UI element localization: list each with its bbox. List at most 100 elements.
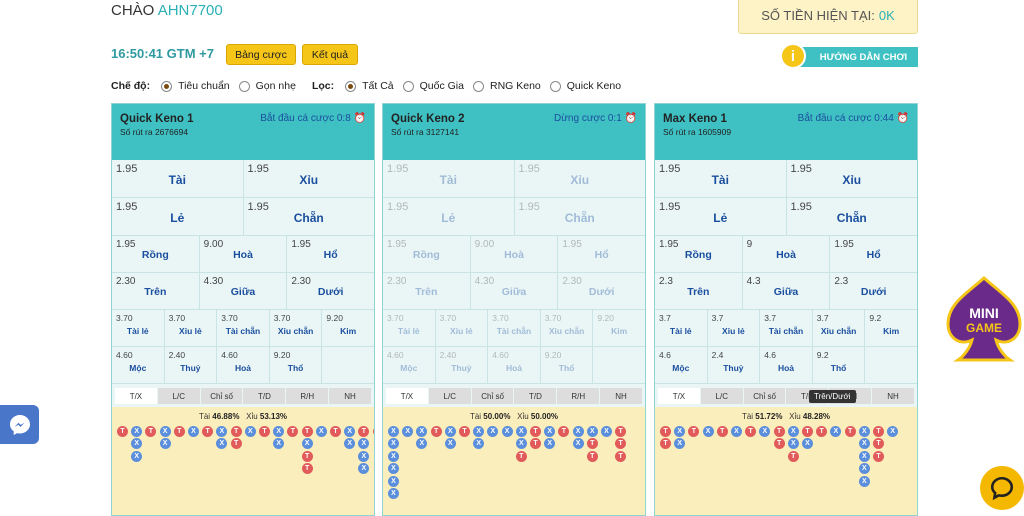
mode-radio-light[interactable]	[238, 80, 250, 92]
bet-cell[interactable]: 4.6 Hoả	[760, 347, 813, 383]
bet-cell[interactable]: 1.95 Chẵn	[515, 198, 646, 235]
info-icon[interactable]: i	[780, 43, 806, 69]
bet-cell[interactable]: 4.30 Giữa	[471, 273, 559, 309]
stat-tab[interactable]: T/D	[514, 388, 557, 404]
bet-cell[interactable]: 3.70 Xỉu lẻ	[436, 310, 489, 346]
stat-tab[interactable]: NH	[872, 388, 914, 404]
bet-cell[interactable]: 3.70 Tài lẻ	[383, 310, 436, 346]
stat-tab[interactable]: L/C	[428, 388, 471, 404]
bet-cell[interactable]: 4.30 Giữa	[200, 273, 288, 309]
bet-cell[interactable]: 9.00 Hoà	[471, 236, 559, 272]
stat-tab[interactable]: T/X	[386, 388, 428, 404]
stat-tab[interactable]: Chỉ số	[471, 388, 514, 404]
filter-option-quick[interactable]: Quick Keno	[567, 80, 621, 92]
stat-tab[interactable]: NH	[600, 388, 642, 404]
bet-cell[interactable]: 1.95 Rồng	[655, 236, 743, 272]
bet-cell[interactable]: 2.30 Dưới	[287, 273, 374, 309]
messenger-button[interactable]	[0, 405, 39, 444]
stat-tab[interactable]: T/X	[115, 388, 157, 404]
bet-cell[interactable]: 2.30 Trên	[112, 273, 200, 309]
minigame-logo[interactable]: MINI GAME	[944, 276, 1024, 362]
bet-cell[interactable]: 1.95 Rồng	[383, 236, 471, 272]
bet-cell[interactable]: 1.95 Chẵn	[787, 198, 918, 235]
bet-cell[interactable]: 1.95 Tài	[112, 160, 244, 197]
stat-tab[interactable]: NH	[329, 388, 371, 404]
bets-button[interactable]: Bảng cược	[226, 44, 296, 65]
filter-radio-national[interactable]	[402, 80, 414, 92]
bet-odds: 2.40	[168, 350, 186, 360]
bet-cell[interactable]: 1.95 Xỉu	[244, 160, 375, 197]
filter-radio-quick[interactable]	[549, 80, 561, 92]
bet-cell[interactable]: 1.95 Xỉu	[515, 160, 646, 197]
stat-tab[interactable]: T/X	[658, 388, 700, 404]
bet-cell[interactable]: 3.7 Xỉu lẻ	[708, 310, 761, 346]
bet-cell[interactable]: 4.60 Hoả	[488, 347, 541, 383]
bet-cell[interactable]: 1.95 Tài	[655, 160, 787, 197]
stat-tab[interactable]: L/C	[700, 388, 743, 404]
bet-cell[interactable]: 2.30 Trên	[383, 273, 471, 309]
bet-cell[interactable]: 1.95 Hổ	[558, 236, 645, 272]
bet-cell[interactable]: 9.20 Kim	[322, 310, 374, 346]
bet-cell[interactable]: 1.95 Chẵn	[244, 198, 375, 235]
mode-option-light[interactable]: Gọn nhẹ	[256, 80, 296, 92]
bet-cell[interactable]: 1.95 Lẻ	[112, 198, 244, 235]
bet-cell[interactable]: 3.7 Xỉu chẵn	[813, 310, 866, 346]
bet-cell[interactable]: 4.60 Hoả	[217, 347, 270, 383]
result-ball-xiu: X	[830, 426, 842, 437]
stat-tab[interactable]: Chỉ số	[200, 388, 243, 404]
bet-cell[interactable]: 9.2 Thổ	[813, 347, 866, 383]
filter-option-all[interactable]: Tất Cả	[362, 80, 394, 92]
stat-tab[interactable]: R/H	[286, 388, 329, 404]
bet-cell[interactable]: 9.00 Hoà	[200, 236, 288, 272]
bet-cell[interactable]: 4.3 Giữa	[743, 273, 831, 309]
bet-cell[interactable]: 9.2 Kim	[865, 310, 917, 346]
results-button[interactable]: Kết quả	[302, 44, 358, 65]
filter-option-national[interactable]: Quốc Gia	[420, 80, 464, 92]
bet-cell[interactable]: 1.95 Tài	[383, 160, 515, 197]
bet-cell[interactable]: 3.70 Tài lẻ	[112, 310, 165, 346]
filter-option-rng[interactable]: RNG Keno	[490, 80, 541, 92]
bet-cell[interactable]: 1.95 Xỉu	[787, 160, 918, 197]
bet-cell[interactable]: 9.20 Kim	[593, 310, 645, 346]
mode-radio-standard[interactable]	[161, 80, 173, 92]
filter-radio-all[interactable]	[345, 80, 357, 92]
bet-label: Thổ	[558, 363, 575, 373]
stat-tab[interactable]: Chỉ số	[743, 388, 786, 404]
filter-radio-rng[interactable]	[472, 80, 484, 92]
bet-cell[interactable]: 4.60 Mộc	[112, 347, 165, 383]
help-button[interactable]: HƯỚNG DẪN CHƠI	[791, 47, 918, 67]
bet-cell[interactable]: 2.3 Dưới	[830, 273, 917, 309]
bet-cell[interactable]: 4.60 Mộc	[383, 347, 436, 383]
bet-cell[interactable]	[593, 347, 645, 383]
mode-option-standard[interactable]: Tiêu chuẩn	[178, 80, 230, 92]
bet-cell[interactable]: 1.95 Rồng	[112, 236, 200, 272]
bet-cell[interactable]: 1.95 Hổ	[287, 236, 374, 272]
bet-cell[interactable]: 3.7 Tài lẻ	[655, 310, 708, 346]
bet-label: Giữa	[230, 286, 256, 298]
bet-cell[interactable]: 1.95 Hổ	[830, 236, 917, 272]
bet-cell[interactable]: 2.40 Thuỷ	[436, 347, 489, 383]
bet-cell[interactable]: 9.20 Thổ	[270, 347, 323, 383]
bet-cell[interactable]: 9.20 Thổ	[541, 347, 594, 383]
bet-cell[interactable]: 4.6 Mộc	[655, 347, 708, 383]
bet-cell[interactable]: 3.7 Tài chẵn	[760, 310, 813, 346]
bet-cell[interactable]: 1.95 Lẻ	[655, 198, 787, 235]
bet-cell[interactable]: 3.70 Tài chẵn	[488, 310, 541, 346]
bet-label: Xỉu chẵn	[820, 326, 857, 336]
bet-cell[interactable]: 2.3 Trên	[655, 273, 743, 309]
stat-tab[interactable]: R/H	[557, 388, 600, 404]
stat-tab[interactable]: T/D	[243, 388, 286, 404]
bet-cell[interactable]	[322, 347, 374, 383]
bet-cell[interactable]: 3.70 Xỉu lẻ	[165, 310, 218, 346]
stat-tab[interactable]: L/C	[157, 388, 200, 404]
bet-cell[interactable]: 1.95 Lẻ	[383, 198, 515, 235]
bet-cell[interactable]: 3.70 Xỉu chẵn	[270, 310, 323, 346]
bet-cell[interactable]: 2.40 Thuỷ	[165, 347, 218, 383]
bet-cell[interactable]	[865, 347, 917, 383]
chat-button[interactable]	[980, 466, 1024, 510]
bet-cell[interactable]: 2.4 Thuỷ	[708, 347, 761, 383]
bet-cell[interactable]: 3.70 Tài chẵn	[217, 310, 270, 346]
bet-cell[interactable]: 3.70 Xỉu chẵn	[541, 310, 594, 346]
bet-cell[interactable]: 9 Hoà	[743, 236, 831, 272]
bet-cell[interactable]: 2.30 Dưới	[558, 273, 645, 309]
